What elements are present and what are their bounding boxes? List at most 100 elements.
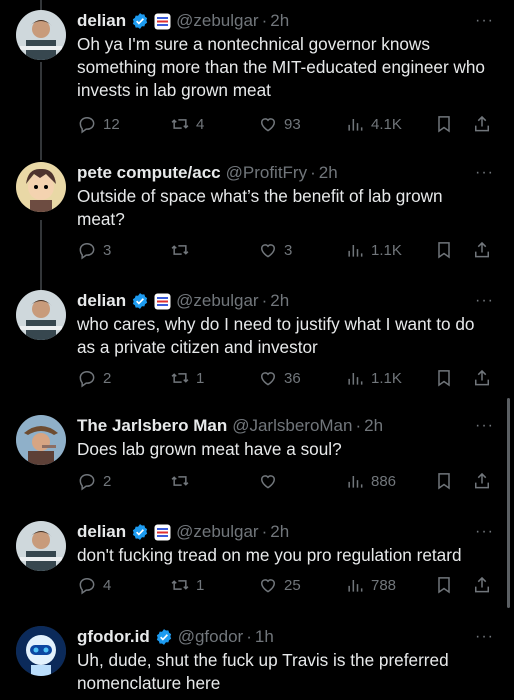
like-button[interactable] xyxy=(258,471,294,491)
share-icon xyxy=(475,241,489,258)
bookmark-icon xyxy=(438,116,450,133)
thread-line xyxy=(40,0,42,10)
tweet-text: who cares, why do I need to justify what… xyxy=(77,314,475,357)
like-button[interactable]: 3 xyxy=(258,240,294,260)
share-button[interactable] xyxy=(472,240,492,260)
view-count: 4.1K xyxy=(371,115,402,133)
share-button[interactable] xyxy=(472,368,492,388)
tweet-text: don't fucking tread on me you pro regula… xyxy=(77,545,462,565)
bookmark-icon xyxy=(438,577,450,594)
views-button[interactable]: 1.1K xyxy=(345,368,402,388)
repost-icon xyxy=(171,119,189,129)
timestamp[interactable]: 2h xyxy=(270,11,289,31)
action-bar: 2 1 36 1.1K xyxy=(77,366,492,390)
avatar[interactable] xyxy=(16,415,66,465)
avatar[interactable] xyxy=(16,290,66,340)
separator-dot: · xyxy=(261,11,268,30)
timestamp[interactable]: 2h xyxy=(270,522,289,542)
display-name[interactable]: delian xyxy=(77,291,126,311)
tweet-text: Oh ya I'm sure a nontechnical governor k… xyxy=(77,34,485,100)
repost-count: 4 xyxy=(196,115,205,133)
more-icon[interactable]: ··· xyxy=(475,164,494,182)
handle[interactable]: @JarlsberoMan xyxy=(232,416,352,436)
repost-button[interactable]: 1 xyxy=(170,368,206,388)
reply-icon xyxy=(79,577,95,595)
timestamp[interactable]: 1h xyxy=(255,627,274,647)
bookmark-button[interactable] xyxy=(434,471,454,491)
avatar[interactable] xyxy=(16,162,66,212)
view-count: 788 xyxy=(371,576,397,594)
timestamp[interactable]: 2h xyxy=(364,416,383,436)
repost-icon xyxy=(171,580,189,590)
more-icon[interactable]: ··· xyxy=(475,292,494,310)
more-icon[interactable]: ··· xyxy=(475,523,494,541)
flag-badge-icon xyxy=(154,13,171,30)
like-button[interactable]: 36 xyxy=(258,368,301,388)
handle[interactable]: @ProfitFry xyxy=(226,163,307,183)
flag-badge-icon xyxy=(154,524,171,541)
repost-button[interactable] xyxy=(170,471,206,491)
display-name[interactable]: delian xyxy=(77,522,126,542)
reply-icon xyxy=(79,473,95,491)
repost-icon xyxy=(171,373,189,383)
view-count: 1.1K xyxy=(371,241,402,259)
separator-dot: · xyxy=(261,522,268,541)
more-icon[interactable]: ··· xyxy=(475,417,494,435)
thread-line xyxy=(40,220,42,290)
display-name[interactable]: gfodor.id xyxy=(77,627,150,647)
share-icon xyxy=(475,576,489,593)
reply-button[interactable]: 2 xyxy=(77,368,113,388)
reply-button[interactable]: 12 xyxy=(77,114,120,134)
like-button[interactable]: 93 xyxy=(258,114,301,134)
verified-badge-icon xyxy=(131,12,149,30)
display-name[interactable]: The Jarlsbero Man xyxy=(77,416,227,436)
bookmark-button[interactable] xyxy=(434,368,454,388)
more-icon[interactable]: ··· xyxy=(475,12,494,30)
bookmark-button[interactable] xyxy=(434,240,454,260)
like-icon xyxy=(260,118,276,132)
bookmark-icon xyxy=(438,473,450,490)
handle[interactable]: @zebulgar xyxy=(176,11,258,31)
reply-icon xyxy=(79,116,95,134)
views-icon xyxy=(348,476,363,488)
share-button[interactable] xyxy=(472,114,492,134)
avatar[interactable] xyxy=(16,626,66,676)
separator-dot: · xyxy=(261,291,268,310)
views-button[interactable]: 1.1K xyxy=(345,240,402,260)
views-button[interactable]: 4.1K xyxy=(345,114,402,134)
timestamp[interactable]: 2h xyxy=(270,291,289,311)
tweet-text: Uh, dude, shut the fuck up Travis is the… xyxy=(77,650,449,693)
display-name[interactable]: pete compute/acc xyxy=(77,163,221,183)
like-button[interactable]: 25 xyxy=(258,575,301,595)
avatar[interactable] xyxy=(16,10,66,60)
reply-button[interactable]: 3 xyxy=(77,240,113,260)
scrollbar[interactable] xyxy=(507,398,510,608)
like-icon xyxy=(260,372,276,386)
handle[interactable]: @gfodor xyxy=(178,627,243,647)
share-button[interactable] xyxy=(472,575,492,595)
action-bar: 4 1 25 788 xyxy=(77,573,492,597)
bookmark-button[interactable] xyxy=(434,114,454,134)
verified-badge-icon xyxy=(131,523,149,541)
timestamp[interactable]: 2h xyxy=(319,163,338,183)
more-icon[interactable]: ··· xyxy=(475,628,494,646)
handle[interactable]: @zebulgar xyxy=(176,291,258,311)
tweet-text: Does lab grown meat have a soul? xyxy=(77,439,342,459)
avatar[interactable] xyxy=(16,521,66,571)
reply-icon xyxy=(79,242,95,260)
bookmark-button[interactable] xyxy=(434,575,454,595)
repost-button[interactable]: 1 xyxy=(170,575,206,595)
share-icon xyxy=(475,369,489,386)
handle[interactable]: @zebulgar xyxy=(176,522,258,542)
reply-button[interactable]: 4 xyxy=(77,575,113,595)
thread-line xyxy=(40,62,42,160)
share-button[interactable] xyxy=(472,471,492,491)
reply-count: 2 xyxy=(103,472,112,490)
reply-button[interactable]: 2 xyxy=(77,471,113,491)
repost-button[interactable] xyxy=(170,240,206,260)
views-button[interactable]: 788 xyxy=(345,575,396,595)
bookmark-icon xyxy=(438,242,450,259)
display-name[interactable]: delian xyxy=(77,11,126,31)
views-button[interactable]: 886 xyxy=(345,471,396,491)
repost-button[interactable]: 4 xyxy=(170,114,206,134)
